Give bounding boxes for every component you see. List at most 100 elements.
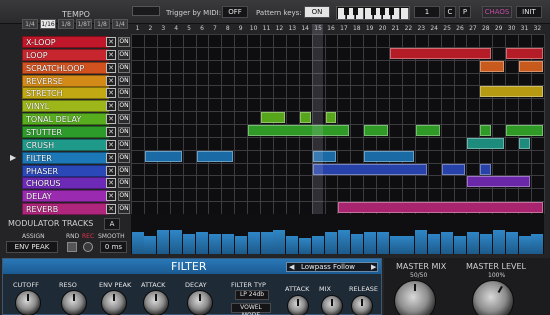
modulator-bar[interactable]	[299, 238, 312, 254]
modulator-bar[interactable]	[234, 236, 247, 254]
track-label[interactable]: X-LOOP	[22, 36, 109, 48]
modulator-bar[interactable]	[131, 232, 144, 254]
track-on-toggle[interactable]: ON	[118, 152, 130, 163]
rec-button[interactable]	[83, 242, 93, 252]
track-on-toggle[interactable]: ON	[118, 62, 130, 73]
modulator-bar[interactable]	[325, 232, 337, 254]
effect-block[interactable]	[338, 202, 543, 214]
track-label[interactable]: LOOP	[22, 48, 109, 61]
track-label[interactable]: VINYL	[22, 100, 109, 113]
envelope-knob[interactable]	[321, 295, 343, 315]
next-preset-icon[interactable]: ▶	[371, 263, 376, 271]
effect-block[interactable]	[415, 124, 440, 136]
track-on-toggle[interactable]: ON	[118, 88, 130, 99]
effect-block[interactable]	[312, 163, 427, 175]
modulator-bar[interactable]	[260, 232, 273, 254]
effect-block[interactable]	[480, 86, 543, 98]
modulator-bar[interactable]	[183, 234, 196, 254]
modulator-bar[interactable]	[441, 232, 454, 254]
tempo-option[interactable]: 1/8	[58, 19, 74, 29]
modulator-bar[interactable]	[312, 236, 325, 254]
effect-block[interactable]	[144, 150, 182, 162]
tempo-option[interactable]: 1/8	[94, 19, 110, 29]
track-on-toggle[interactable]: ON	[118, 114, 130, 125]
modulator-bar[interactable]	[454, 236, 466, 254]
step-grid[interactable]	[131, 34, 545, 215]
track-label[interactable]: DELAY	[22, 190, 109, 203]
track-clear-icon[interactable]: ✕	[106, 62, 116, 73]
track-label[interactable]: TONAL DELAY	[22, 113, 109, 126]
effect-block[interactable]	[467, 176, 530, 188]
modulator-bar[interactable]	[208, 234, 221, 254]
tempo-option[interactable]: 1/8T	[76, 19, 92, 29]
track-on-toggle[interactable]: ON	[118, 139, 130, 150]
effect-block[interactable]	[506, 124, 543, 136]
trigger-midi-toggle[interactable]: OFF	[222, 6, 248, 18]
modulator-bar[interactable]	[518, 236, 531, 254]
modulator-bar[interactable]	[196, 232, 208, 254]
pattern-keyboard[interactable]	[336, 6, 410, 20]
effect-block[interactable]	[467, 137, 505, 149]
effect-block[interactable]	[480, 60, 505, 72]
track-on-toggle[interactable]: ON	[118, 37, 130, 47]
modulator-bar[interactable]	[286, 236, 299, 254]
modulator-bar[interactable]	[170, 230, 183, 254]
track-clear-icon[interactable]: ✕	[106, 126, 116, 137]
track-clear-icon[interactable]: ✕	[106, 101, 116, 112]
envelope-knob[interactable]	[287, 295, 309, 315]
tempo-option[interactable]: 1/16	[40, 19, 56, 29]
copy-button[interactable]: C	[444, 6, 456, 18]
modulator-bar[interactable]	[492, 230, 505, 254]
track-label[interactable]: CHORUS	[22, 177, 109, 190]
effect-block[interactable]	[364, 150, 414, 162]
modulator-bar[interactable]	[466, 232, 479, 254]
modulator-area[interactable]	[131, 214, 544, 254]
track-on-toggle[interactable]: ON	[118, 101, 130, 112]
effect-block[interactable]	[325, 112, 337, 124]
filter-knob[interactable]	[143, 290, 169, 315]
vowel-mode-button[interactable]: VOWEL MODE	[231, 303, 271, 315]
modulator-bar[interactable]	[428, 234, 441, 254]
track-on-toggle[interactable]: ON	[118, 204, 130, 215]
effect-block[interactable]	[506, 47, 543, 59]
filter-knob[interactable]	[61, 290, 87, 315]
track-clear-icon[interactable]: ✕	[106, 114, 116, 125]
track-clear-icon[interactable]: ✕	[106, 37, 116, 47]
modulator-bar[interactable]	[363, 232, 376, 254]
modulator-track-select[interactable]: A	[104, 218, 120, 230]
modulator-bar[interactable]	[505, 232, 518, 254]
modulator-bar[interactable]	[389, 236, 402, 254]
effect-block[interactable]	[261, 112, 285, 124]
modulator-bar[interactable]	[337, 230, 350, 254]
rnd-button[interactable]	[67, 242, 77, 252]
track-clear-icon[interactable]: ✕	[106, 152, 116, 163]
effect-block[interactable]	[390, 47, 492, 59]
effect-block[interactable]	[441, 163, 466, 175]
tempo-option[interactable]: 1/4	[22, 19, 38, 29]
pattern-number[interactable]: 1	[414, 6, 440, 18]
prev-preset-icon[interactable]: ◀	[289, 263, 294, 271]
track-label[interactable]: FILTER	[22, 151, 109, 164]
paste-button[interactable]: P	[459, 6, 471, 18]
track-label[interactable]: SCRATCHLOOP	[22, 61, 109, 74]
track-clear-icon[interactable]: ✕	[106, 49, 116, 60]
track-label[interactable]: REVERB	[22, 203, 109, 216]
filter-knob[interactable]	[101, 290, 127, 315]
tempo-option[interactable]: 1/4	[112, 19, 128, 29]
track-clear-icon[interactable]: ✕	[106, 139, 116, 150]
effect-block[interactable]	[248, 124, 350, 136]
master-level-knob[interactable]	[472, 280, 514, 315]
track-clear-icon[interactable]: ✕	[106, 178, 116, 189]
effect-block[interactable]	[480, 124, 492, 136]
filter-knob[interactable]	[15, 290, 41, 315]
pattern-keys-toggle[interactable]: ON	[304, 6, 330, 18]
track-label[interactable]: PHASER	[22, 164, 109, 177]
modulator-bar[interactable]	[402, 236, 415, 254]
init-button[interactable]: INIT	[516, 6, 542, 18]
modulator-bar[interactable]	[531, 234, 544, 254]
modulator-bar[interactable]	[415, 230, 428, 254]
effect-block[interactable]	[519, 137, 530, 149]
track-clear-icon[interactable]: ✕	[106, 75, 116, 86]
track-clear-icon[interactable]: ✕	[106, 88, 116, 99]
modulator-bar[interactable]	[273, 230, 286, 254]
